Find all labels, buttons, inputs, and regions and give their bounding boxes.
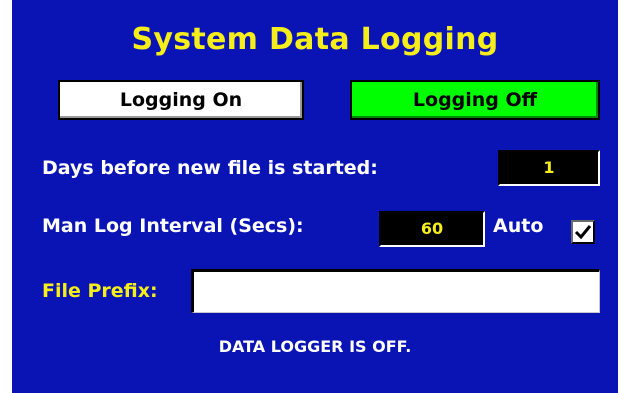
page-title: System Data Logging — [131, 22, 499, 57]
auto-checkbox[interactable] — [571, 220, 595, 244]
file-prefix-label: File Prefix: — [42, 280, 158, 302]
checkmark-icon — [574, 225, 592, 240]
man-log-interval-field[interactable]: 60 — [379, 211, 485, 247]
data-logging-panel: System Data Logging Logging On Logging O… — [12, 0, 618, 393]
days-before-new-file-field[interactable]: 1 — [498, 150, 600, 186]
status-message: DATA LOGGER IS OFF. — [218, 337, 412, 356]
auto-label: Auto — [493, 215, 544, 237]
man-log-interval-label: Man Log Interval (Secs): — [42, 215, 304, 237]
file-prefix-input[interactable] — [191, 269, 600, 313]
logging-on-button[interactable]: Logging On — [58, 80, 304, 120]
logging-off-button[interactable]: Logging Off — [350, 80, 600, 120]
days-before-new-file-label: Days before new file is started: — [42, 157, 378, 179]
